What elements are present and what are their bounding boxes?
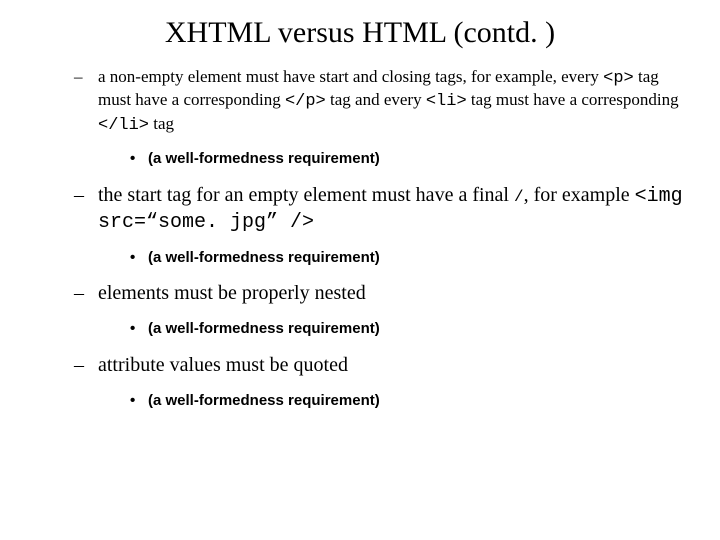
bullet-1-text-e: tag: [149, 114, 174, 133]
bullet-3-text: elements must be properly nested: [98, 282, 366, 304]
bullet-1-text-a: a non-empty element must have start and …: [98, 67, 603, 86]
bullet-1-code-p-open: <p>: [603, 69, 634, 88]
bullet-1-code-li-open: <li>: [426, 92, 467, 111]
bullet-2-sub: (a well-formedness requirement): [134, 249, 690, 268]
bullet-1-code-p-close: </p>: [285, 92, 326, 111]
bullet-1-code-li-close: </li>: [98, 116, 149, 135]
bullet-2-text-a: the start tag for an empty element must …: [98, 184, 514, 206]
slide-title: XHTML versus HTML (contd. ): [30, 16, 690, 50]
bullet-4-sub: (a well-formedness requirement): [134, 392, 690, 411]
bullet-3: elements must be properly nested (a well…: [80, 281, 690, 339]
bullet-4-sublist: (a well-formedness requirement): [98, 392, 690, 411]
bullet-1-text-c: tag and every: [326, 90, 426, 109]
bullet-list: a non-empty element must have start and …: [30, 66, 690, 411]
bullet-4-text: attribute values must be quoted: [98, 354, 348, 376]
bullet-2: the start tag for an empty element must …: [80, 183, 690, 268]
bullet-1-sub: (a well-formedness requirement): [134, 150, 690, 169]
bullet-4: attribute values must be quoted (a well-…: [80, 353, 690, 411]
bullet-3-sub: (a well-formedness requirement): [134, 320, 690, 339]
bullet-3-sublist: (a well-formedness requirement): [98, 320, 690, 339]
bullet-2-text-b: , for example: [524, 184, 635, 206]
bullet-1: a non-empty element must have start and …: [80, 66, 690, 169]
bullet-2-slash: /: [514, 188, 524, 206]
bullet-1-text-d: tag must have a corresponding: [467, 90, 679, 109]
slide: XHTML versus HTML (contd. ) a non-empty …: [0, 0, 720, 540]
bullet-1-sublist: (a well-formedness requirement): [98, 150, 690, 169]
bullet-2-sublist: (a well-formedness requirement): [98, 249, 690, 268]
